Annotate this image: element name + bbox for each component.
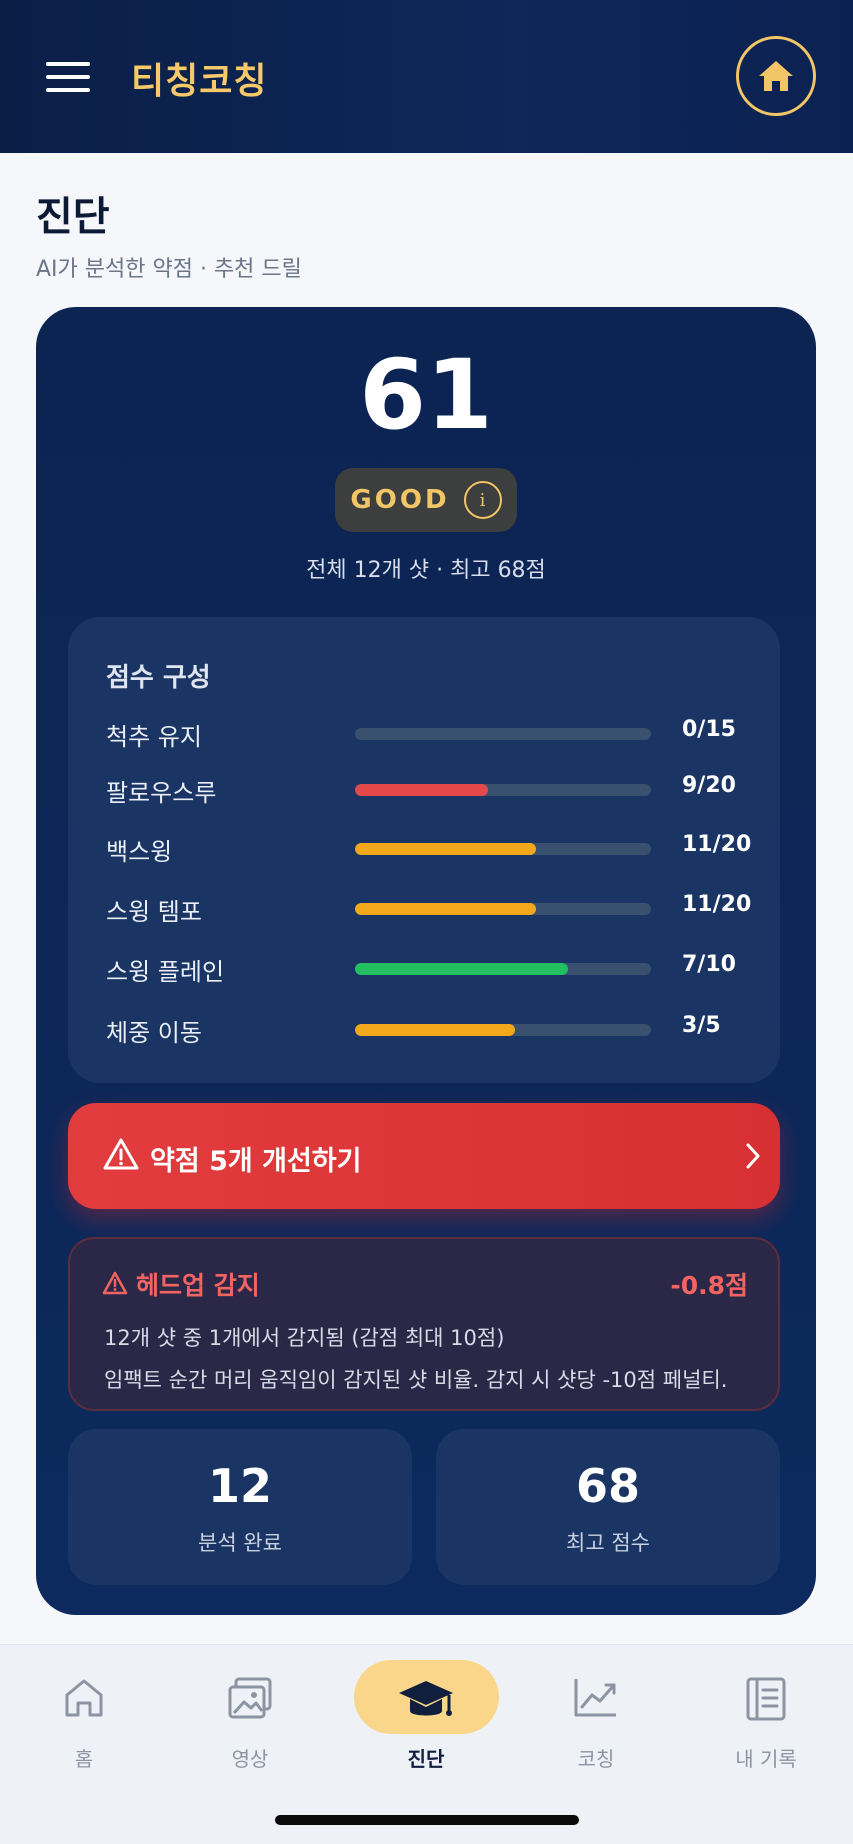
score-row-label: 백스윙 (106, 838, 173, 866)
stat-value: 68 (575, 1459, 640, 1513)
nav-label: 코칭 (577, 1747, 615, 1771)
improve-weakness-button[interactable]: 약점 5개 개선하기 (68, 1103, 780, 1209)
score-progress-track (355, 1024, 651, 1036)
score-progress-fill (355, 843, 536, 855)
score-row-label: 팔로우스루 (106, 779, 217, 807)
nav-diagnosis[interactable]: 진단 (346, 1645, 506, 1775)
score-row-value: 11/20 (682, 892, 752, 917)
score-progress-fill (355, 963, 569, 975)
stat-value: 12 (207, 1459, 272, 1513)
stat-analyzed-count: 12 분석 완료 (68, 1429, 412, 1585)
app-brand: 티칭코칭 (131, 61, 268, 102)
score-progress-fill (355, 784, 489, 796)
score-row-value: 11/20 (682, 832, 752, 857)
home-indicator (275, 1815, 579, 1825)
headup-title: 헤드업 감지 (136, 1271, 260, 1300)
score-row: 스윙 템포 11/20 (68, 886, 780, 926)
nav-label: 내 기록 (735, 1747, 797, 1771)
bottom-navigation: 홈 영상 진단 코칭 내 기록 (0, 1644, 853, 1844)
score-summary: 전체 12개 샷 · 최고 68점 (306, 558, 546, 583)
score-row-label: 척추 유지 (106, 723, 202, 751)
nav-label: 영상 (231, 1747, 269, 1771)
info-icon[interactable]: i (463, 481, 502, 519)
score-progress-track (355, 843, 651, 855)
home-button[interactable] (736, 36, 816, 116)
score-row-label: 스윙 템포 (106, 898, 202, 926)
nav-coaching[interactable]: 코칭 (516, 1645, 676, 1775)
grade-label: GOOD (350, 485, 450, 515)
score-progress-track (355, 728, 651, 740)
stat-label: 최고 점수 (566, 1531, 650, 1555)
stat-best-score: 68 최고 점수 (436, 1429, 780, 1585)
hamburger-menu-icon[interactable] (46, 62, 90, 92)
chart-line-icon (574, 1679, 616, 1717)
page-title: 진단 (36, 194, 110, 240)
score-row-value: 3/5 (682, 1013, 721, 1038)
nav-label: 진단 (407, 1747, 445, 1771)
nav-label: 홈 (74, 1747, 94, 1771)
page-subtitle: AI가 분석한 약점 · 추천 드릴 (36, 257, 302, 282)
score-breakdown-panel: 점수 구성 척추 유지 0/15 팔로우스루 9/20 백스윙 11/20 스윙 템포 11/… (68, 617, 780, 1083)
diagnosis-card: 61 GOOD i 전체 12개 샷 · 최고 68점 점수 구성 척추 유지 0… (36, 307, 816, 1615)
gallery-icon (228, 1677, 272, 1719)
graduation-cap-icon (399, 1681, 453, 1716)
home-icon (759, 61, 793, 91)
score-progress-fill (355, 1024, 515, 1036)
score-row-label: 스윙 플레인 (106, 958, 225, 986)
score-row: 백스윙 11/20 (68, 826, 780, 866)
score-row: 스윙 플레인 7/10 (68, 946, 780, 986)
score-row-value: 0/15 (682, 717, 736, 742)
score-row-label: 체중 이동 (106, 1019, 202, 1047)
warning-icon (103, 1138, 139, 1170)
breakdown-title: 점수 구성 (106, 663, 211, 693)
nav-video[interactable]: 영상 (170, 1645, 330, 1775)
headup-penalty: -0.8점 (670, 1271, 748, 1300)
warning-icon (102, 1271, 128, 1295)
home-icon (65, 1679, 103, 1717)
overall-score: 61 (359, 339, 493, 451)
score-progress-track (355, 903, 651, 915)
score-progress-fill (355, 903, 536, 915)
chevron-right-icon (746, 1143, 760, 1169)
score-row: 팔로우스루 9/20 (68, 767, 780, 807)
score-row-value: 7/10 (682, 952, 736, 977)
score-row: 척추 유지 0/15 (68, 711, 780, 751)
score-row-value: 9/20 (682, 773, 736, 798)
headup-detection-panel: 헤드업 감지 -0.8점 12개 샷 중 1개에서 감지됨 (감점 최대 10점… (68, 1237, 780, 1411)
nav-my-records[interactable]: 내 기록 (686, 1645, 846, 1775)
notebook-icon (746, 1677, 786, 1721)
score-progress-track (355, 963, 651, 975)
app-header: 티칭코칭 (0, 0, 853, 153)
stat-label: 분석 완료 (198, 1531, 282, 1555)
grade-badge[interactable]: GOOD i (335, 468, 517, 532)
nav-home[interactable]: 홈 (4, 1645, 164, 1775)
headup-detail: 12개 샷 중 1개에서 감지됨 (감점 최대 10점) (104, 1326, 505, 1350)
improve-weakness-label: 약점 5개 개선하기 (150, 1146, 362, 1177)
score-row: 체중 이동 3/5 (68, 1007, 780, 1047)
score-progress-track (355, 784, 651, 796)
headup-description: 임팩트 순간 머리 움직임이 감지된 샷 비율. 감지 시 샷당 -10점 페널… (104, 1368, 728, 1392)
